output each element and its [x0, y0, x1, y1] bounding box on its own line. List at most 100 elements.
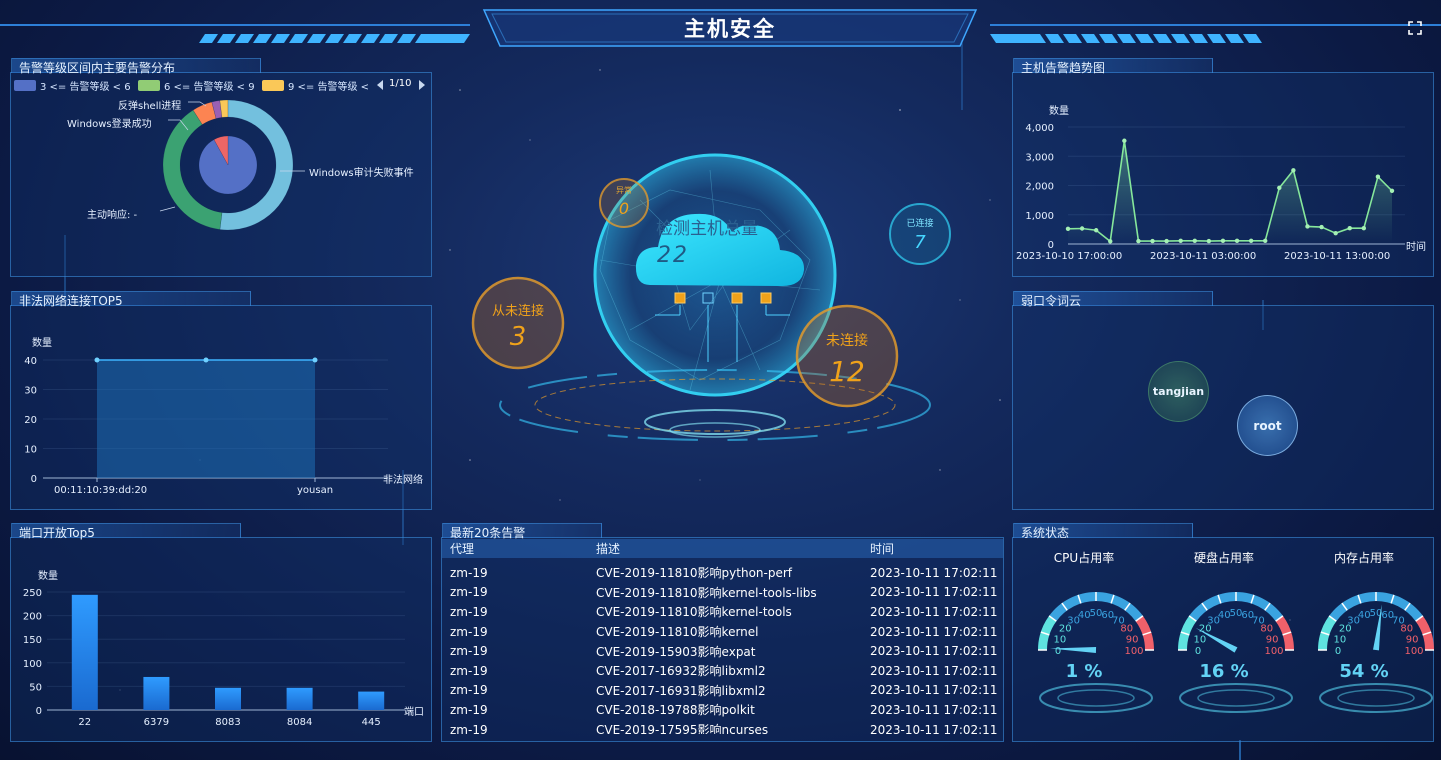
x-tick-label: 6379: [144, 717, 169, 728]
word-cloud-item[interactable]: root: [1237, 395, 1298, 456]
data-point: [1136, 238, 1141, 244]
pie-label-line: [159, 206, 176, 212]
data-point: [1108, 239, 1113, 244]
y-tick-label: 200: [23, 612, 42, 623]
area-fill: [97, 360, 315, 478]
y-tick-label: 150: [23, 635, 42, 646]
data-point: [1065, 226, 1071, 231]
data-point: [312, 357, 318, 363]
data-point: [1389, 188, 1395, 193]
data-point: [1361, 226, 1367, 231]
fullscreen-icon[interactable]: [1408, 21, 1422, 35]
illegal-conn-title: 非法网络连接TOP5: [19, 294, 123, 308]
data-point: [1079, 226, 1085, 231]
gauge-tick-label: 10: [1053, 634, 1066, 645]
gauge-cpu-value: 1 %: [1065, 661, 1103, 682]
port-open-x-name: 端口: [404, 707, 424, 718]
col-agent: 代理: [450, 542, 475, 556]
port-open-title: 端口开放Top5: [19, 526, 95, 540]
col-desc: 描述: [596, 542, 621, 556]
data-point: [1248, 238, 1254, 243]
y-tick-label: 10: [24, 445, 37, 456]
col-time: 时间: [870, 542, 895, 556]
bar: [143, 676, 170, 710]
word-cloud-item[interactable]: tangjian: [1148, 361, 1209, 422]
alarm-dist-title: 告警等级区间内主要告警分布: [19, 61, 176, 75]
gauge-tick-label: 0: [1195, 646, 1201, 657]
bar: [286, 687, 313, 710]
total-hosts-label: 检测主机总量: [656, 219, 758, 239]
port-open-y-name: 数量: [38, 571, 58, 582]
data-point: [1178, 238, 1183, 243]
trend-title: 主机告警趋势图: [1021, 61, 1106, 75]
y-tick-label: 4,000: [1025, 123, 1054, 134]
gauge-tick-label: 90: [1406, 634, 1419, 645]
table-row[interactable]: zm-19 CVE-2019-11810影响kernel-tools-libs 20…: [442, 583, 1003, 603]
alerts-title: 最新20条告警: [450, 526, 526, 540]
y-tick-label: 50: [29, 682, 42, 693]
y-tick-label: 250: [23, 588, 42, 599]
y-tick-label: 20: [24, 415, 37, 426]
data-point: [1263, 238, 1268, 243]
gauge-tick-label: 0: [1055, 646, 1061, 657]
table-row[interactable]: zm-19 CVE-2018-19788影响polkit 2023-10-11 17…: [442, 700, 1003, 720]
connected-value: 7: [914, 232, 926, 253]
y-tick-label: 100: [23, 659, 42, 670]
x-tick-label: 8083: [215, 717, 240, 728]
never-connected-label: 从未连接: [491, 304, 544, 319]
legend-pager: 1/10: [389, 78, 412, 89]
data-point: [1333, 230, 1338, 236]
disconnected-value: 12: [829, 355, 865, 388]
data-point: [1234, 238, 1240, 243]
data-point: [1291, 168, 1296, 173]
gauge-tick-label: 90: [1266, 634, 1279, 645]
abnormal-value: 0: [618, 199, 630, 218]
illegal-conn-x-label-1: 00:11:10:39:dd:20: [54, 485, 148, 496]
gauge-base-ring: [1057, 689, 1135, 707]
table-row[interactable]: zm-19 CVE-2019-11810影响kernel-tools 2023-10…: [442, 602, 1003, 622]
x-tick-label: 8084: [287, 717, 312, 728]
trend-y-name: 数量: [1049, 106, 1069, 117]
gauge-tick-label: 80: [1260, 624, 1273, 635]
data-point: [1305, 224, 1310, 229]
bar: [71, 594, 98, 710]
gauge-tick-label: 10: [1333, 634, 1346, 645]
connected-label: 已连接: [906, 219, 934, 229]
gauge-tick-label: 80: [1120, 624, 1133, 635]
illegal-conn-y-name: 数量: [32, 338, 52, 349]
weak-pwd-panel: 弱口令词云: [1012, 291, 1434, 510]
x-tick-label: 445: [362, 717, 381, 728]
data-point: [1220, 238, 1226, 243]
table-row[interactable]: zm-19 CVE-2019-11810影响kernel 2023-10-11 17…: [442, 622, 1003, 642]
gauge-tick-label: 90: [1126, 634, 1139, 645]
gauge-base-ring: [1197, 689, 1275, 707]
gauge-base-ring: [1179, 683, 1293, 713]
table-row[interactable]: zm-19 CVE-2017-16931影响libxml2 2023-10-11 1…: [442, 681, 1003, 701]
alerts-table-header: 代理 描述 时间: [442, 539, 1003, 558]
data-point: [1093, 228, 1099, 233]
illegal-conn-x-label-2: yousan: [297, 485, 334, 496]
table-row[interactable]: zm-19 CVE-2019-15903影响expat 2023-10-11 17:…: [442, 641, 1003, 661]
pie-label-win-login: Windows登录成功: [67, 119, 152, 130]
data-point: [1206, 238, 1212, 244]
gauge-base-ring: [1337, 689, 1415, 707]
gauge-cpu-label: CPU占用率: [1053, 551, 1115, 565]
table-row[interactable]: zm-19 CVE-2017-16932影响libxml2 2023-10-11 1…: [442, 661, 1003, 681]
illegal-conn-x-name: 非法网络: [383, 475, 423, 486]
illegal-conn-chart: 0 10 20 30 40: [24, 356, 388, 485]
disconnected-label: 未连接: [826, 333, 868, 349]
gauge-disk-label: 硬盘占用率: [1193, 551, 1254, 565]
data-point: [1122, 138, 1127, 143]
trend-x-label-2: 2023-10-11 03:00:00: [1150, 251, 1257, 262]
gauge-mem-value: 54 %: [1339, 661, 1389, 682]
table-row[interactable]: zm-19 CVE-2019-11810影响python-perf 2023-10-…: [442, 563, 1003, 583]
abnormal-label: 异常: [616, 186, 632, 195]
trend-x-label-1: 2023-10-10 17:00:00: [1016, 251, 1123, 262]
weak-pwd-title: 弱口令词云: [1021, 294, 1082, 308]
bar: [358, 691, 385, 710]
table-row[interactable]: zm-19 CVE-2019-17595影响ncurses 2023-10-11 1…: [442, 720, 1003, 734]
x-tick-label: 22: [78, 717, 91, 728]
pie-label-shell: 反弹shell进程: [118, 101, 182, 112]
trend-chart: 0 1,000 2,000 3,000 4,000: [1025, 123, 1405, 251]
data-point: [1164, 238, 1169, 244]
